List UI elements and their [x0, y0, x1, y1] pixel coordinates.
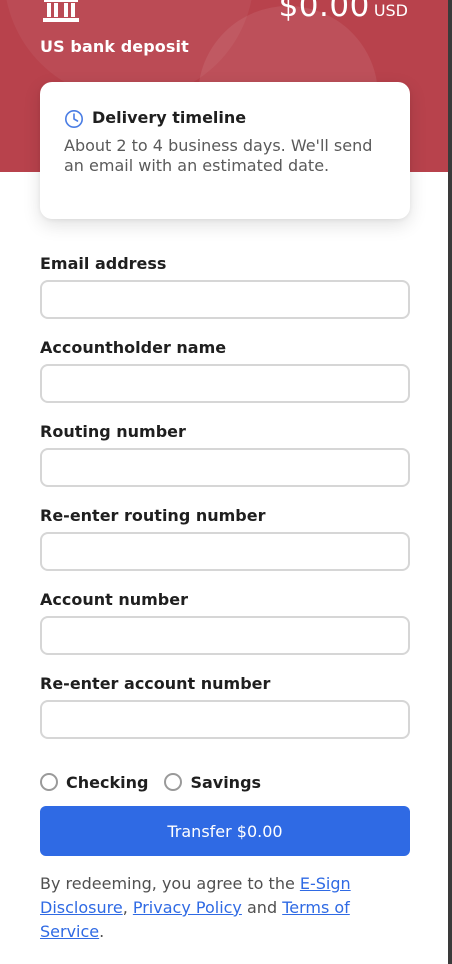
transfer-button[interactable]: Transfer $0.00 — [40, 806, 410, 856]
legal-prefix: By redeeming, you agree to the — [40, 874, 300, 893]
amount-value: $0.00 — [278, 0, 370, 24]
privacy-policy-link[interactable]: Privacy Policy — [133, 898, 242, 917]
accountholder-name-field[interactable] — [40, 364, 410, 403]
legal-separator: , — [122, 898, 133, 917]
bank-deposit-page: US bank deposit $0.00 USD Delivery timeli… — [0, 0, 448, 964]
reenter-routing-number-field[interactable] — [40, 532, 410, 571]
savings-option[interactable]: Savings — [164, 773, 261, 792]
reenter-account-number-label: Re-enter account number — [40, 674, 271, 693]
legal-disclaimer: By redeeming, you agree to the E-Sign Di… — [40, 872, 412, 944]
email-field[interactable] — [40, 280, 410, 319]
accountholder-name-label: Accountholder name — [40, 338, 227, 357]
routing-number-label: Routing number — [40, 422, 186, 441]
reenter-account-number-field[interactable] — [40, 700, 410, 739]
deposit-amount: $0.00 USD — [279, 0, 408, 24]
delivery-timeline-card: Delivery timeline About 2 to 4 business … — [40, 82, 410, 219]
timeline-title: Delivery timeline — [92, 108, 247, 127]
routing-number-field[interactable] — [40, 448, 410, 487]
checking-radio[interactable] — [40, 773, 58, 791]
checking-option[interactable]: Checking — [40, 773, 148, 792]
account-number-field[interactable] — [40, 616, 410, 655]
account-number-label: Account number — [40, 590, 188, 609]
checking-label: Checking — [66, 772, 149, 792]
window-edge — [448, 0, 452, 964]
amount-currency: USD — [373, 1, 408, 20]
clock-icon — [65, 110, 83, 128]
reenter-routing-number-label: Re-enter routing number — [40, 506, 266, 525]
savings-radio[interactable] — [164, 773, 183, 791]
account-type-group: Checking Savings — [40, 771, 261, 793]
legal-suffix: . — [99, 922, 105, 941]
deposit-method-label: US bank deposit — [40, 37, 189, 56]
bank-icon — [43, 0, 79, 22]
email-label: Email address — [40, 254, 167, 273]
timeline-description: About 2 to 4 business days. We'll send a… — [64, 136, 373, 175]
legal-and: and — [241, 898, 283, 917]
savings-label: Savings — [190, 772, 262, 792]
